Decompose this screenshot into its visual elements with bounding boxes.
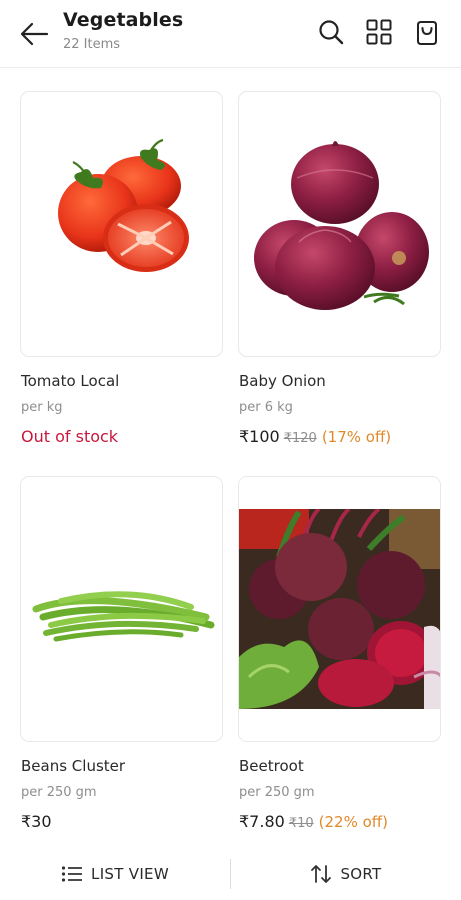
product-price-row: Out of stock	[21, 427, 118, 446]
item-count: 22 Items	[63, 37, 121, 52]
product-image[interactable]	[20, 476, 223, 742]
product-mrp: ₹120	[283, 431, 317, 446]
product-image[interactable]	[20, 91, 223, 357]
product-unit: per 6 kg	[239, 400, 293, 415]
onion-image	[254, 141, 429, 310]
sort-button[interactable]: SORT	[231, 848, 461, 900]
cart-icon	[417, 21, 437, 45]
product-unit: per kg	[21, 400, 63, 415]
product-name: Baby Onion	[239, 372, 326, 390]
product-image[interactable]	[238, 91, 441, 357]
list-icon	[61, 866, 83, 882]
tomato-image	[58, 138, 189, 272]
product-unit: per 250 gm	[239, 785, 315, 800]
sort-label: SORT	[340, 865, 382, 883]
grid-view-icon	[366, 19, 392, 45]
bottom-action-bar: LIST VIEW SORT	[0, 848, 461, 900]
product-discount: (17% off)	[321, 428, 392, 446]
grid-view-button[interactable]	[361, 14, 397, 50]
product-price: ₹30	[21, 812, 52, 831]
product-image[interactable]	[238, 476, 441, 742]
app-header: Vegetables 22 Items	[0, 0, 461, 68]
list-view-button[interactable]: LIST VIEW	[0, 848, 230, 900]
back-button[interactable]	[14, 14, 54, 54]
product-name: Beans Cluster	[21, 757, 126, 775]
header-title-group: Vegetables 22 Items	[63, 9, 183, 52]
beetroot-image	[239, 477, 440, 741]
product-discount: (22% off)	[318, 813, 388, 831]
search-button[interactable]	[313, 14, 349, 50]
product-unit: per 250 gm	[21, 785, 97, 800]
product-name: Tomato Local	[21, 372, 120, 390]
product-price: ₹7.80	[239, 812, 285, 831]
product-name: Beetroot	[239, 757, 304, 775]
beans-image	[32, 591, 215, 642]
search-icon	[319, 20, 344, 45]
back-arrow-icon	[20, 22, 49, 46]
out-of-stock-label: Out of stock	[21, 427, 119, 446]
list-view-label: LIST VIEW	[91, 865, 169, 883]
product-price-row: ₹7.80 ₹10 (22% off)	[239, 812, 388, 831]
cart-button[interactable]	[409, 14, 445, 50]
sort-icon	[311, 865, 332, 883]
product-price: ₹100	[239, 427, 280, 446]
product-price-row: ₹100 ₹120 (17% off)	[239, 427, 391, 446]
product-price-row: ₹30	[21, 812, 52, 831]
product-mrp: ₹10	[288, 816, 314, 831]
page-title: Vegetables	[63, 9, 184, 31]
